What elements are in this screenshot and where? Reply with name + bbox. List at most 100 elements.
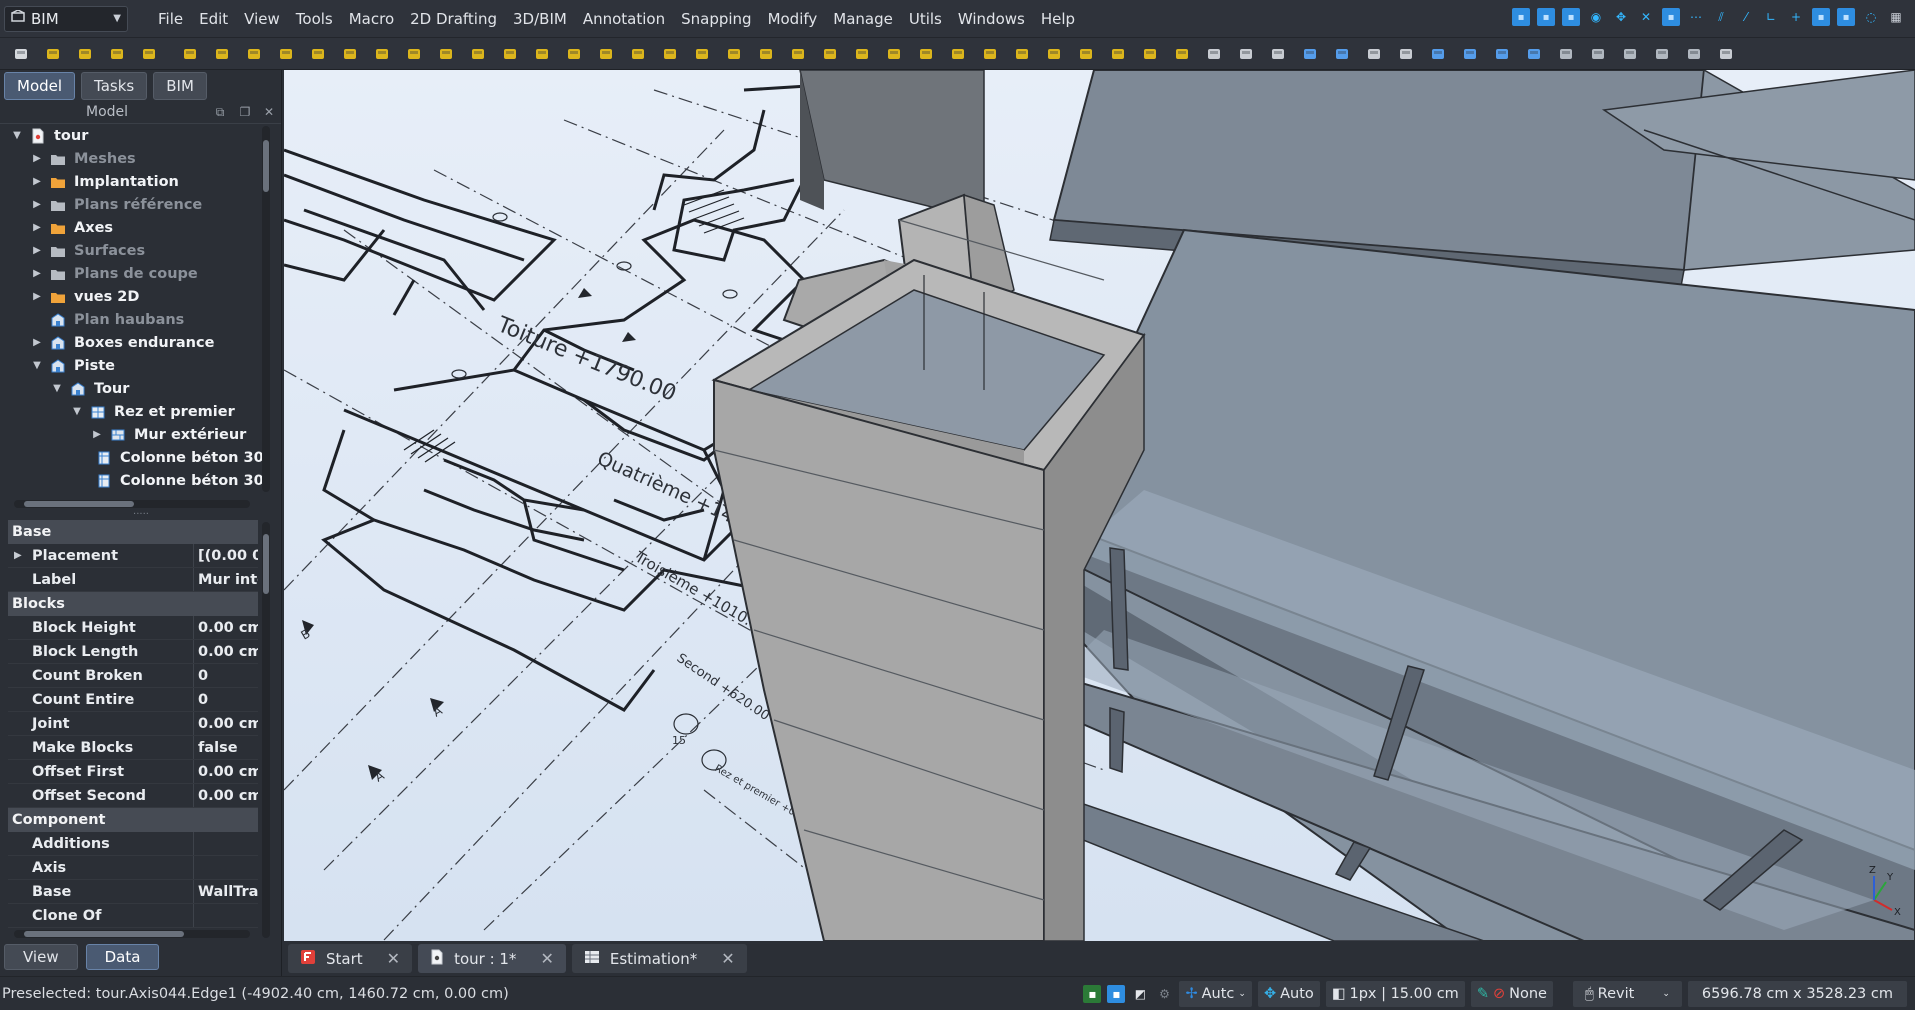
window-button[interactable] — [102, 41, 131, 67]
workbench-selector[interactable]: BIM ▼ — [4, 5, 128, 32]
view-front-icon[interactable]: ▪ — [1512, 8, 1530, 26]
draw-style-icon[interactable]: ◩ — [1131, 985, 1149, 1003]
add-button[interactable] — [1359, 41, 1388, 67]
clone-button[interactable] — [1167, 41, 1196, 67]
equipment-button[interactable] — [559, 41, 588, 67]
chevron-right-icon[interactable]: ▶ — [30, 337, 44, 348]
tree-item-piste[interactable]: ▼ Piste — [0, 354, 262, 377]
close-icon[interactable]: ✕ — [387, 949, 400, 968]
hatch-button[interactable] — [879, 41, 908, 67]
tree-item-implantation[interactable]: ▶ Implantation — [0, 170, 262, 193]
new-document-button[interactable] — [6, 41, 35, 67]
chevron-down-icon[interactable]: ▼ — [50, 383, 64, 394]
chevron-right-icon[interactable]: ▶ — [30, 176, 44, 187]
join-button[interactable] — [1487, 41, 1516, 67]
tab-tasks[interactable]: Tasks — [81, 72, 148, 100]
property-value[interactable] — [194, 904, 258, 927]
view-right-icon[interactable]: ▪ — [1562, 8, 1580, 26]
snap-ortho-icon[interactable]: ∟ — [1762, 8, 1780, 26]
property-group-component[interactable]: Component — [8, 808, 258, 832]
drawing-view-button[interactable] — [1199, 41, 1228, 67]
menu-file[interactable]: File — [150, 0, 191, 38]
property-row-count-entire[interactable]: Count Entire 0 — [8, 688, 258, 712]
snap-midpoint-icon[interactable]: ✥ — [1612, 8, 1630, 26]
array-button[interactable] — [1135, 41, 1164, 67]
property-row-placement[interactable]: ▶ Placement [(0.00 0. — [8, 544, 258, 568]
snap-extension-icon[interactable]: ⋯ — [1687, 8, 1705, 26]
selection-filter-icon[interactable]: ⚙ — [1155, 985, 1173, 1003]
polyline-button[interactable] — [975, 41, 1004, 67]
menu-utils[interactable]: Utils — [901, 0, 950, 38]
property-value[interactable] — [194, 856, 258, 879]
tree-hscroll-thumb[interactable] — [24, 501, 134, 507]
door-button[interactable] — [134, 41, 163, 67]
property-row-joint[interactable]: Joint 0.00 cm — [8, 712, 258, 736]
property-value[interactable]: 0.00 cm — [194, 760, 258, 783]
property-row-block-height[interactable]: Block Height 0.00 cm — [8, 616, 258, 640]
section-plane-button[interactable] — [687, 41, 716, 67]
props-vertical-scrollbar[interactable] — [262, 522, 270, 938]
property-value[interactable]: WallTrac — [194, 880, 258, 903]
document-tab-estimation[interactable]: Estimation* ✕ — [571, 944, 747, 973]
tree-item-colonne-beton-30[interactable]: Colonne béton 30 — [0, 469, 262, 490]
spreadsheet-button[interactable] — [1231, 41, 1260, 67]
tab-view[interactable]: View — [4, 944, 78, 970]
property-value[interactable]: 0.00 cm — [194, 784, 258, 807]
chevron-right-icon[interactable]: ▶ — [90, 429, 104, 440]
menu-help[interactable]: Help — [1033, 0, 1083, 38]
property-value[interactable]: 0.00 cm — [194, 712, 258, 735]
tree-scroll-thumb[interactable] — [263, 140, 269, 192]
panel-button[interactable] — [367, 41, 396, 67]
property-value[interactable]: 0 — [194, 664, 258, 687]
truss-button[interactable] — [463, 41, 492, 67]
intersect-button[interactable] — [1679, 41, 1708, 67]
property-row-additions[interactable]: Additions — [8, 832, 258, 856]
column-button[interactable] — [239, 41, 268, 67]
frame-button[interactable] — [399, 41, 428, 67]
annotation-style-selector[interactable]: ✎ ⊘ None — [1470, 980, 1553, 1007]
snap-endpoint-icon[interactable]: ◉ — [1587, 8, 1605, 26]
floor-button[interactable] — [207, 41, 236, 67]
tree-item-axes[interactable]: ▶ Axes — [0, 216, 262, 239]
grid-button[interactable] — [1423, 41, 1452, 67]
viewport-scene[interactable]: Toiture +1790.00 Quatrième +1400.00 Troi… — [284, 70, 1915, 941]
mirror-button[interactable] — [1583, 41, 1612, 67]
tree-vertical-scrollbar[interactable] — [262, 126, 270, 492]
axis-system-button[interactable] — [655, 41, 684, 67]
property-row-offset-first[interactable]: Offset First 0.00 cm — [8, 760, 258, 784]
chevron-down-icon[interactable]: ▼ — [30, 360, 44, 371]
union-button[interactable] — [1647, 41, 1676, 67]
tree-item-boxes-endurance[interactable]: ▶ Boxes endurance — [0, 331, 262, 354]
property-row-count-broken[interactable]: Count Broken 0 — [8, 664, 258, 688]
property-value[interactable]: Mur inté — [194, 568, 258, 591]
offset-button[interactable] — [1103, 41, 1132, 67]
props-hscroll-thumb[interactable] — [24, 931, 184, 937]
beam-button[interactable] — [271, 41, 300, 67]
chevron-right-icon[interactable]: ▶ — [30, 153, 44, 164]
tree-item-rez-et-premier[interactable]: ▼ Rez et premier — [0, 400, 262, 423]
report-view-icon[interactable]: ▪ — [1107, 984, 1126, 1003]
tree-item-plans-reference[interactable]: ▶ Plans référence — [0, 193, 262, 216]
property-row-make-blocks[interactable]: Make Blocks false — [8, 736, 258, 760]
label-button[interactable] — [847, 41, 876, 67]
tree-item-tour[interactable]: ▼ Tour — [0, 377, 262, 400]
panel-float-icon[interactable]: ⧉ — [213, 105, 227, 119]
property-group-blocks[interactable]: Blocks — [8, 592, 258, 616]
remove-button[interactable] — [1391, 41, 1420, 67]
chevron-right-icon[interactable]: ▶ — [14, 550, 22, 561]
menu-windows[interactable]: Windows — [950, 0, 1033, 38]
props-horizontal-scrollbar[interactable] — [14, 930, 250, 938]
property-value[interactable]: 0.00 cm — [194, 640, 258, 663]
property-value[interactable] — [194, 832, 258, 855]
property-row-clone-of[interactable]: Clone Of — [8, 904, 258, 928]
property-value[interactable]: 0 — [194, 688, 258, 711]
menu-3d-bim[interactable]: 3D/BIM — [505, 0, 575, 38]
profile-button[interactable] — [495, 41, 524, 67]
toolbar-overflow-icon[interactable]: ▦ — [1887, 8, 1905, 26]
project-button[interactable] — [1263, 41, 1292, 67]
text-button[interactable] — [751, 41, 780, 67]
chevron-right-icon[interactable]: ▶ — [30, 291, 44, 302]
property-row-axis[interactable]: Axis — [8, 856, 258, 880]
subtract-button[interactable] — [1615, 41, 1644, 67]
menu-macro[interactable]: Macro — [341, 0, 402, 38]
